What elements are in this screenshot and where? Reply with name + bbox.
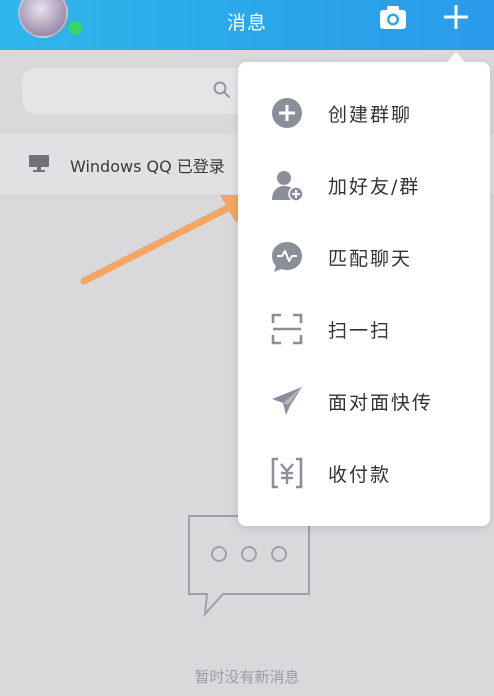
menu-item-label: 收付款: [328, 464, 392, 486]
add-friend-icon: [272, 171, 304, 202]
menu-item-add-friend[interactable]: 加好友/群: [238, 150, 490, 222]
plus-icon[interactable]: [443, 4, 469, 30]
pc-login-text: Windows QQ 已登录: [70, 157, 225, 176]
top-bar: 消息: [0, 0, 494, 50]
paper-plane-icon: [272, 387, 302, 415]
menu-item-label: 扫一扫: [328, 320, 392, 342]
menu-item-label: 匹配聊天: [328, 248, 413, 270]
empty-chat-bubble-icon: [188, 515, 310, 617]
menu-item-label: 创建群聊: [328, 104, 413, 126]
menu-item-face-to-face-transfer[interactable]: 面对面快传: [238, 366, 490, 438]
payment-icon: [271, 457, 303, 489]
monitor-icon: [29, 155, 49, 172]
menu-item-create-group[interactable]: 创建群聊: [238, 78, 490, 150]
camera-icon[interactable]: [379, 4, 407, 30]
menu-item-scan[interactable]: 扫一扫: [238, 294, 490, 366]
menu-item-label: 加好友/群: [328, 176, 421, 198]
empty-state-text: 暂时没有新消息: [194, 668, 300, 686]
match-chat-icon: [272, 242, 302, 272]
plus-dropdown-menu: 创建群聊 加好友/群 匹配聊天 扫一扫 面对面快传 收付款: [238, 62, 490, 526]
add-circle-icon: [272, 98, 302, 128]
search-icon: [213, 81, 230, 98]
menu-item-label: 面对面快传: [328, 392, 434, 414]
scan-icon: [271, 313, 303, 345]
menu-item-match-chat[interactable]: 匹配聊天: [238, 222, 490, 294]
menu-item-payment[interactable]: 收付款: [238, 438, 490, 510]
page-title: 消息: [226, 12, 267, 34]
